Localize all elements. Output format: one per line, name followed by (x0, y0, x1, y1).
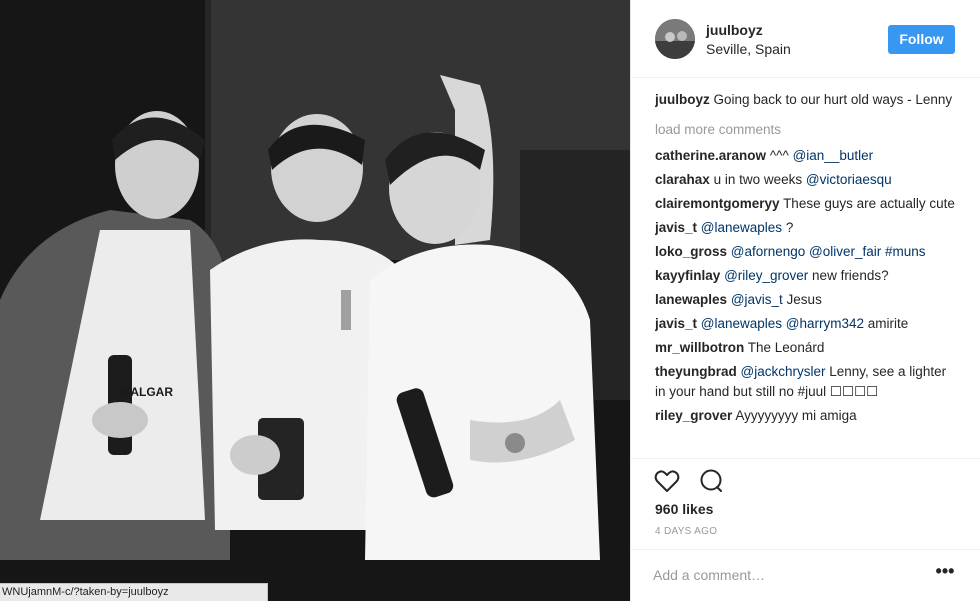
comment-item: clarahax u in two weeks @victoriaesqu (655, 170, 960, 190)
comment-username[interactable]: clairemontgomeryy (655, 196, 780, 211)
post-location[interactable]: Seville, Spain (706, 41, 791, 57)
post-actions: 960 likes 4 DAYS AGO (631, 458, 980, 550)
caption: juulboyz Going back to our hurt old ways… (655, 90, 960, 110)
comment-username[interactable]: loko_gross (655, 244, 727, 259)
comment-item: riley_grover Ayyyyyyyy mi amiga (655, 406, 960, 426)
comment-mention-link[interactable]: @victoriaesqu (806, 172, 892, 187)
caption-username[interactable]: juulboyz (655, 92, 710, 107)
comment-username[interactable]: kayyfinlay (655, 268, 720, 283)
comment-text: u in two weeks (713, 172, 806, 187)
comment-text-tail: amirite (864, 316, 909, 331)
post-photo-image: AFALGAR (0, 0, 630, 601)
svg-text:AFALGAR: AFALGAR (115, 385, 173, 399)
post-header: juulboyz Seville, Spain Follow (631, 0, 980, 78)
comment-username[interactable]: javis_t (655, 316, 697, 331)
comment-username[interactable]: riley_grover (655, 408, 732, 423)
comment-mention-link[interactable]: @lanewaples @harrym342 (701, 316, 864, 331)
post-side-panel: juulboyz Seville, Spain Follow juulboyz … (630, 0, 980, 601)
comment-item: lanewaples @javis_t Jesus (655, 290, 960, 310)
add-comment-input[interactable] (653, 562, 923, 588)
post-timestamp[interactable]: 4 DAYS AGO (655, 526, 717, 537)
comment-username[interactable]: javis_t (655, 220, 697, 235)
comment-username[interactable]: catherine.aranow (655, 148, 766, 163)
comment-mention-link[interactable]: @lanewaples (701, 220, 782, 235)
comment-item: clairemontgomeryy These guys are actuall… (655, 194, 960, 214)
post-photo[interactable]: AFALGAR WNUjamnM-c/?taken-by=juulboyz (0, 0, 630, 601)
comment-item: mr_willbotron The Leonárd (655, 338, 960, 358)
comment-username[interactable]: theyungbrad (655, 364, 737, 379)
ellipsis-icon[interactable]: ••• (935, 562, 955, 583)
comment-text: These guys are actually cute (783, 196, 955, 211)
comment-text: Ayyyyyyyy mi amiga (735, 408, 857, 423)
comment-mention-link[interactable]: @afornengo @oliver_fair #muns (731, 244, 926, 259)
comment-text-tail: ? (782, 220, 794, 235)
heart-outline-icon[interactable] (653, 467, 681, 495)
avatar[interactable] (655, 19, 695, 59)
comment-item: catherine.aranow ^^^ @ian__butler (655, 146, 960, 166)
comment-username[interactable]: mr_willbotron (655, 340, 744, 355)
comment-username[interactable]: clarahax (655, 172, 710, 187)
comment-mention-link[interactable]: @riley_grover (724, 268, 808, 283)
post-username[interactable]: juulboyz (706, 22, 763, 38)
status-bar-url: WNUjamnM-c/?taken-by=juulboyz (0, 583, 268, 601)
comment-text: The Leonárd (747, 340, 825, 355)
comment-item: kayyfinlay @riley_grover new friends? (655, 266, 960, 286)
add-comment-bar: ••• (631, 549, 980, 601)
comment-mention-link[interactable]: @javis_t (731, 292, 783, 307)
follow-button[interactable]: Follow (888, 25, 955, 54)
comment-mention-link[interactable]: @ian__butler (793, 148, 874, 163)
comment-item: javis_t @lanewaples @harrym342 amirite (655, 314, 960, 334)
likes-count[interactable]: 960 likes (655, 501, 713, 517)
comment-username[interactable]: lanewaples (655, 292, 727, 307)
comment-item: loko_gross @afornengo @oliver_fair #muns (655, 242, 960, 262)
comment-item: javis_t @lanewaples ? (655, 218, 960, 238)
comment-text-tail: Jesus (782, 292, 822, 307)
comment-item: theyungbrad @jackchrysler Lenny, see a l… (655, 362, 960, 402)
comment-rows: catherine.aranow ^^^ @ian__butlerclaraha… (655, 146, 960, 426)
comment-text-tail: new friends? (808, 268, 889, 283)
comments-list[interactable]: juulboyz Going back to our hurt old ways… (655, 90, 960, 452)
comment-text: ^^^ (769, 148, 793, 163)
load-more-comments-link[interactable]: load more comments (655, 120, 960, 140)
speech-bubble-icon[interactable] (697, 467, 725, 495)
comment-mention-link[interactable]: @jackchrysler (741, 364, 826, 379)
caption-text: Going back to our hurt old ways - Lenny (713, 92, 953, 107)
